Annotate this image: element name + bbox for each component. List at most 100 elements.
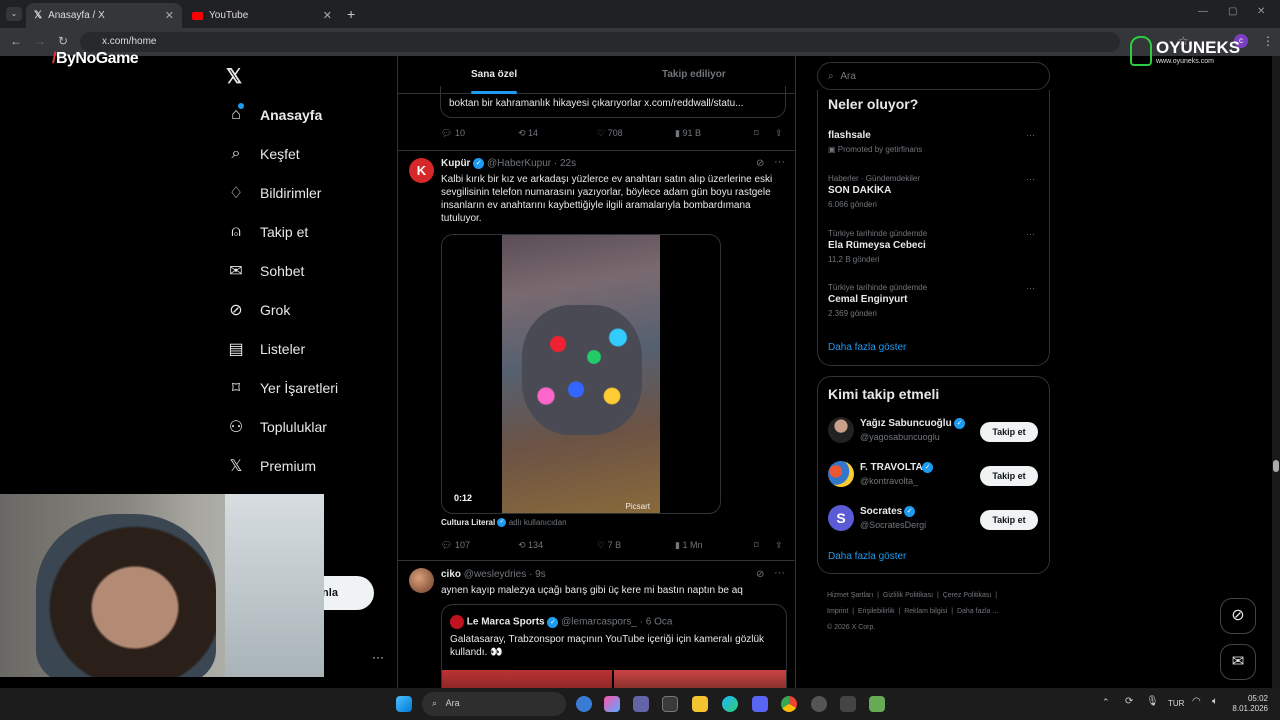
bookmark-icon[interactable]: ⌑: [754, 128, 759, 139]
volume-icon[interactable]: 🔈︎: [1212, 696, 1218, 707]
chrome-icon[interactable]: [781, 696, 797, 712]
more-icon[interactable]: ···: [1026, 130, 1035, 140]
share-icon[interactable]: ⇪: [775, 540, 783, 551]
tab-list-chevron-icon[interactable]: ⌄: [6, 7, 22, 21]
app-icon[interactable]: [811, 696, 827, 712]
quote-tweet[interactable]: Le Marca Sports ✓ @lemarcaspors_ · 6 Oca…: [441, 604, 787, 688]
tab-for-you[interactable]: Sana özel: [471, 69, 517, 80]
trend-item[interactable]: Türkiye tarihinde gündemde Ela Rümeysa C…: [828, 229, 1038, 264]
avatar[interactable]: [409, 568, 434, 593]
x-logo-icon[interactable]: 𝕏: [226, 64, 242, 89]
url-input[interactable]: x.com/home: [80, 32, 1120, 52]
views-button[interactable]: ▮ 91 B: [675, 128, 701, 139]
sidebar-item-lists[interactable]: ▤ Listeler: [226, 331, 305, 367]
grok-icon[interactable]: ⊘: [756, 158, 764, 169]
author-handle[interactable]: @HaberKupur: [487, 158, 551, 169]
quote-header: Le Marca Sports ✓ @lemarcaspors_ · 6 Oca: [450, 615, 672, 629]
edge-icon[interactable]: [722, 696, 738, 712]
trend-item[interactable]: flashsale ▣ Promoted by getirfinans ···: [828, 130, 1038, 154]
app-icon[interactable]: [840, 696, 856, 712]
repost-button[interactable]: ⟲ 134: [518, 540, 543, 551]
discord-icon[interactable]: [752, 696, 768, 712]
share-icon[interactable]: ⇪: [775, 128, 783, 139]
more-icon[interactable]: ···: [774, 156, 785, 168]
like-button[interactable]: ♡ 708: [597, 128, 623, 139]
network-icon[interactable]: ⟳: [1125, 696, 1133, 707]
windows-start-icon[interactable]: [396, 696, 412, 712]
follow-suggestion[interactable]: Yağız Sabuncuoğlu ✓ @yagosabuncuoglu Tak…: [828, 417, 1038, 457]
new-tab-icon[interactable]: +: [347, 6, 355, 22]
reload-icon[interactable]: ↻: [58, 34, 68, 48]
close-tab-icon[interactable]: ✕: [323, 9, 332, 22]
page-scrollbar[interactable]: [1272, 56, 1280, 688]
input-language[interactable]: TUR: [1168, 699, 1184, 708]
follow-suggestion[interactable]: S Socrates ✓ @SocratesDergi Takip et: [828, 505, 1038, 545]
reply-button[interactable]: 💬︎ 107: [441, 540, 470, 551]
wifi-icon[interactable]: ◠: [1192, 696, 1201, 707]
sidebar-item-communities[interactable]: ⚇ Topluluklar: [226, 409, 327, 445]
tab-title: Anasayfa / X: [48, 10, 105, 21]
tweet-video[interactable]: Picsart 0:12: [441, 234, 721, 514]
back-icon[interactable]: ←: [10, 34, 22, 48]
microphone-icon[interactable]: 🎙︎: [1146, 696, 1159, 707]
clock[interactable]: 05:02 8.01.2026: [1232, 694, 1268, 714]
tab-youtube[interactable]: YouTube ✕: [184, 3, 340, 28]
tab-following[interactable]: Takip ediliyor: [662, 69, 726, 80]
messages-float-button[interactable]: ✉: [1220, 644, 1256, 680]
reply-button[interactable]: 💬︎ 10: [441, 128, 465, 139]
sidebar-item-notifications[interactable]: ♢ Bildirimler: [226, 175, 322, 211]
teams-icon[interactable]: [633, 696, 649, 712]
show-more-link[interactable]: Daha fazla göster: [828, 342, 906, 353]
follow-suggestion[interactable]: F. TRAVOLTA ✓ @kontravolta_ Takip et: [828, 461, 1038, 501]
menu-icon[interactable]: ⋮: [1262, 34, 1274, 48]
link-card[interactable]: boktan bir kahramanlık hikayesi çıkarıyo…: [440, 86, 786, 118]
trend-item[interactable]: Haberler · Gündemdekiler SON DAKİKA 6.06…: [828, 174, 1038, 209]
forward-icon[interactable]: →: [34, 34, 46, 48]
author-name[interactable]: ciko: [441, 569, 461, 580]
close-window-icon[interactable]: ✕: [1257, 6, 1265, 17]
sidebar-item-grok[interactable]: ⊘ Grok: [226, 292, 290, 328]
author-handle[interactable]: @wesleydries: [464, 569, 526, 580]
scrollbar-thumb[interactable]: [1273, 460, 1279, 472]
avatar[interactable]: K: [409, 158, 434, 183]
sidebar-item-home[interactable]: ⌂ Anasayfa: [226, 97, 322, 133]
author-name[interactable]: Kupür: [441, 158, 470, 169]
search-input[interactable]: ⌕ Ara: [817, 62, 1050, 90]
show-more-link[interactable]: Daha fazla göster: [828, 551, 906, 562]
account-more-icon[interactable]: ···: [372, 650, 384, 664]
copilot-icon[interactable]: [576, 696, 592, 712]
file-explorer-icon[interactable]: [692, 696, 708, 712]
source-name[interactable]: Cultura Literal: [441, 518, 495, 527]
trend-item[interactable]: Türkiye tarihinde gündemde Cemal Enginyu…: [828, 283, 1038, 318]
show-hidden-icons-icon[interactable]: ⌃: [1102, 697, 1110, 708]
tweet-time[interactable]: 22s: [560, 158, 576, 169]
store-icon[interactable]: [662, 696, 678, 712]
more-icon[interactable]: ···: [1026, 229, 1035, 239]
restore-icon[interactable]: ▢: [1228, 6, 1237, 17]
more-icon[interactable]: ···: [774, 567, 785, 579]
bookmark-icon[interactable]: ⌑: [754, 540, 759, 551]
follow-button[interactable]: Takip et: [980, 422, 1038, 442]
sidebar-item-follow[interactable]: ⍝ Takip et: [226, 214, 308, 250]
app-icon[interactable]: [869, 696, 885, 712]
more-icon[interactable]: ···: [1026, 283, 1035, 293]
more-icon[interactable]: ···: [1026, 174, 1035, 184]
grok-float-button[interactable]: ⊘: [1220, 598, 1256, 634]
sidebar-item-bookmarks[interactable]: ⌑ Yer İşaretleri: [226, 370, 338, 406]
taskbar-search[interactable]: ⌕ Ara: [422, 692, 566, 716]
widgets-icon[interactable]: [604, 696, 620, 712]
tab-x-home[interactable]: 𝕏 Anasayfa / X ✕: [26, 3, 182, 28]
repost-button[interactable]: ⟲ 14: [518, 128, 538, 139]
like-button[interactable]: ♡ 7 B: [597, 540, 621, 551]
close-tab-icon[interactable]: ✕: [165, 9, 174, 22]
follow-button[interactable]: Takip et: [980, 466, 1038, 486]
divider: [398, 150, 796, 151]
views-button[interactable]: ▮ 1 Mn: [675, 540, 702, 551]
minimize-icon[interactable]: —: [1198, 6, 1208, 17]
grok-icon[interactable]: ⊘: [756, 569, 764, 580]
sidebar-item-explore[interactable]: ⌕ Keşfet: [226, 136, 300, 172]
tweet-time[interactable]: 9s: [535, 569, 546, 580]
sidebar-item-messages[interactable]: ✉ Sohbet: [226, 253, 304, 289]
sidebar-item-premium[interactable]: 𝕏 Premium: [226, 448, 316, 484]
follow-button[interactable]: Takip et: [980, 510, 1038, 530]
